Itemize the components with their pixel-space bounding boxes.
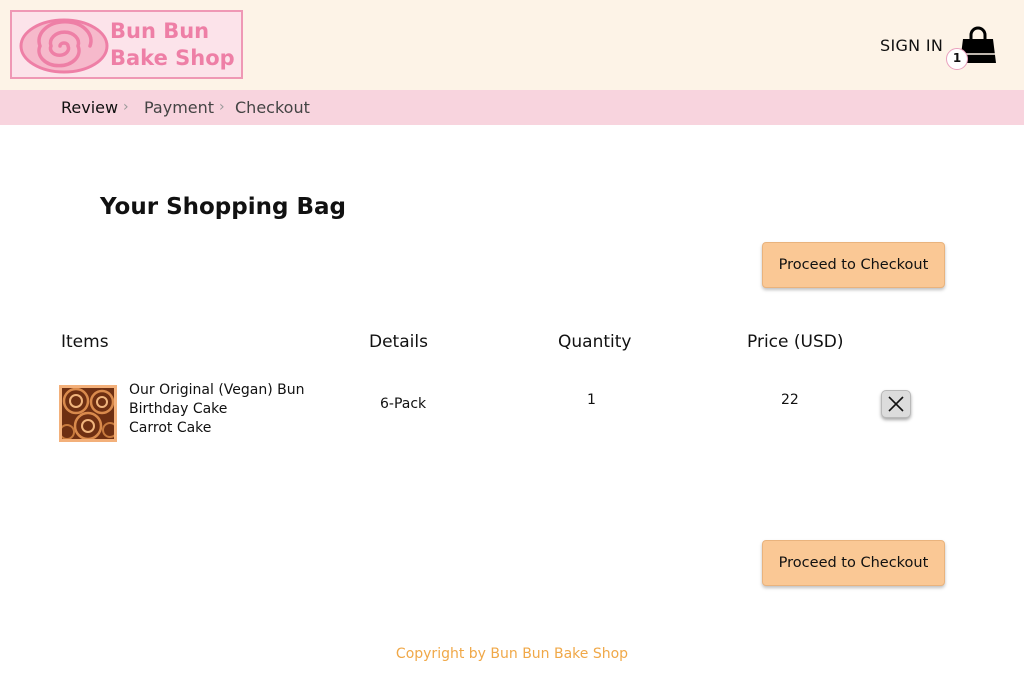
item-quantity: 1 bbox=[587, 392, 596, 408]
breadcrumb-review[interactable]: Review bbox=[61, 98, 118, 117]
item-name-line-3: Carrot Cake bbox=[129, 420, 212, 436]
item-details: 6-Pack bbox=[380, 396, 427, 412]
logo-line-1: Bun Bun bbox=[110, 19, 210, 43]
column-header-price: Price (USD) bbox=[747, 332, 844, 352]
cart-count-badge: 1 bbox=[946, 48, 968, 70]
item-name: Our Original (Vegan) Bun Birthday Cake C… bbox=[129, 381, 305, 438]
column-header-details: Details bbox=[369, 332, 428, 352]
cinnamon-bun-photo-icon bbox=[62, 388, 114, 439]
product-image[interactable] bbox=[59, 385, 117, 442]
sign-in-link[interactable]: SIGN IN bbox=[880, 36, 943, 55]
proceed-to-checkout-button-top[interactable]: Proceed to Checkout bbox=[762, 242, 945, 288]
chevron-right-icon: › bbox=[123, 99, 129, 115]
item-price: 22 bbox=[781, 392, 799, 408]
close-icon bbox=[888, 396, 904, 412]
site-header: Bun Bun Bake Shop SIGN IN 1 bbox=[0, 0, 1024, 90]
logo[interactable]: Bun Bun Bake Shop bbox=[10, 10, 243, 79]
breadcrumb-checkout[interactable]: Checkout bbox=[235, 98, 310, 117]
column-header-items: Items bbox=[61, 332, 109, 352]
page-title: Your Shopping Bag bbox=[100, 194, 346, 220]
logo-text: Bun Bun Bake Shop bbox=[110, 18, 235, 72]
footer-copyright: Copyright by Bun Bun Bake Shop bbox=[395, 646, 629, 662]
remove-item-button[interactable] bbox=[881, 390, 911, 418]
item-name-line-1: Our Original (Vegan) Bun bbox=[129, 382, 305, 398]
logo-line-2: Bake Shop bbox=[110, 46, 235, 70]
breadcrumb-payment[interactable]: Payment bbox=[144, 98, 214, 117]
cinnamon-bun-logo-icon bbox=[19, 18, 109, 74]
breadcrumb: Review › Payment › Checkout bbox=[0, 90, 1024, 125]
item-name-line-2: Birthday Cake bbox=[129, 401, 228, 417]
chevron-right-icon: › bbox=[219, 99, 225, 115]
proceed-to-checkout-button-bottom[interactable]: Proceed to Checkout bbox=[762, 540, 945, 586]
column-header-quantity: Quantity bbox=[558, 332, 632, 352]
